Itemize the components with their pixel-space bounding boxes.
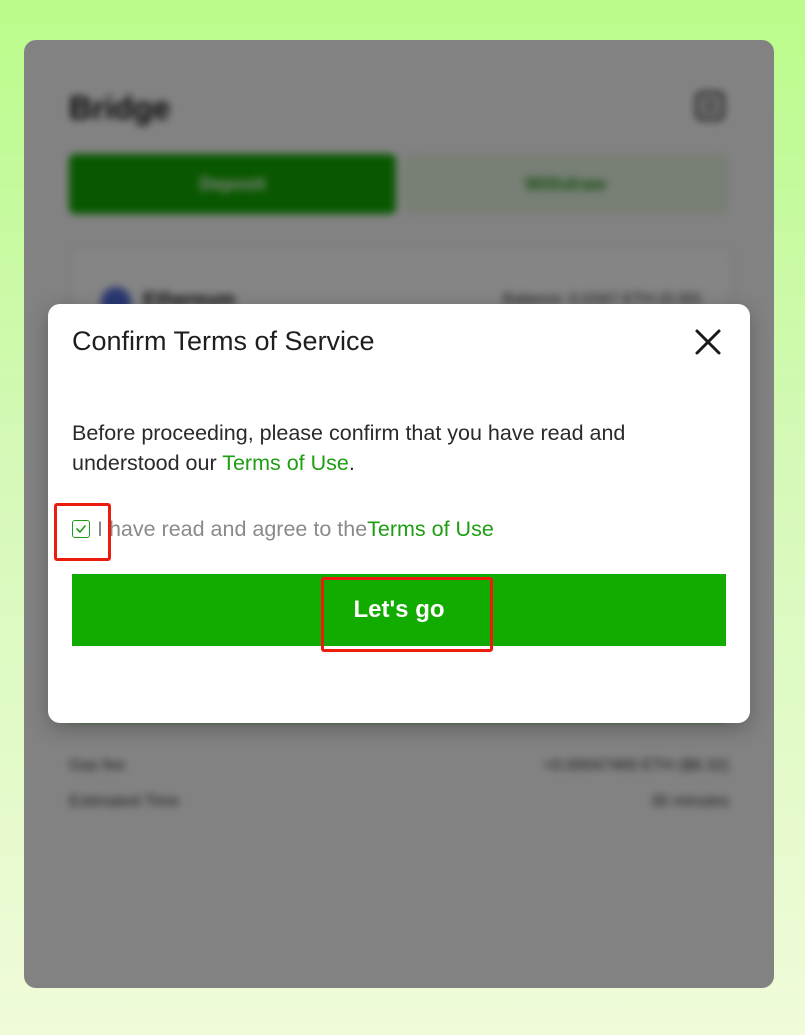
agree-terms-link[interactable]: Terms of Use [367,517,494,542]
checkmark-icon [76,525,86,533]
agree-checkbox[interactable] [72,520,90,538]
terms-modal: Confirm Terms of Service Before proceedi… [48,304,750,723]
terms-of-use-link[interactable]: Terms of Use [222,451,349,475]
modal-description: Before proceeding, please confirm that y… [72,418,712,478]
modal-description-end: . [348,451,355,475]
agree-label: I have read and agree to the [97,516,368,541]
modal-title: Confirm Terms of Service [72,326,375,356]
lets-go-button[interactable]: Let's go [72,574,726,646]
agree-checkbox-row: I have read and agree to the Terms of Us… [72,514,494,544]
close-icon[interactable] [688,322,728,362]
